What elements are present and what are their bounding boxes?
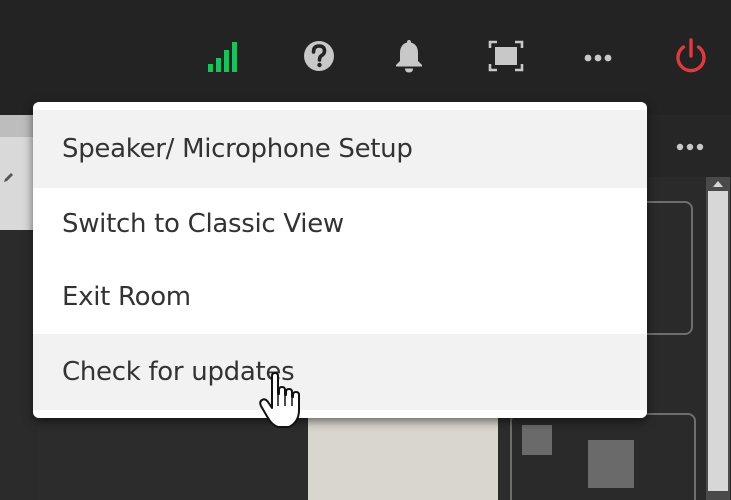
right-panel-card bbox=[645, 201, 693, 335]
pencil-icon[interactable] bbox=[2, 170, 16, 184]
menu-item-label: Switch to Classic View bbox=[62, 209, 344, 239]
thumbnail-square bbox=[522, 425, 552, 455]
power-icon[interactable] bbox=[669, 34, 713, 78]
thumbnail-card bbox=[510, 413, 696, 500]
menu-item-switch-to-classic-view[interactable]: Switch to Classic View bbox=[33, 188, 647, 260]
hand-pointer-cursor-icon bbox=[256, 372, 306, 430]
scrollbar-thumb[interactable] bbox=[708, 191, 728, 491]
top-toolbar bbox=[0, 0, 731, 115]
more-options-icon[interactable] bbox=[670, 135, 710, 159]
app-screen: Speaker/ Microphone Setup Switch to Clas… bbox=[0, 0, 731, 500]
thumbnail-square bbox=[588, 440, 634, 488]
video-tile bbox=[308, 418, 498, 500]
right-panel-header bbox=[645, 115, 731, 177]
fullscreen-icon[interactable] bbox=[484, 34, 528, 78]
menu-item-label: Speaker/ Microphone Setup bbox=[62, 134, 413, 164]
menu-item-check-for-updates[interactable]: Check for updates bbox=[33, 334, 647, 410]
help-icon[interactable] bbox=[297, 34, 341, 78]
signal-strength-icon[interactable] bbox=[203, 34, 247, 78]
settings-dropdown-menu: Speaker/ Microphone Setup Switch to Clas… bbox=[33, 102, 647, 418]
notifications-bell-icon[interactable] bbox=[387, 34, 431, 78]
menu-item-exit-room[interactable]: Exit Room bbox=[33, 260, 647, 334]
menu-item-speaker-microphone-setup[interactable]: Speaker/ Microphone Setup bbox=[33, 110, 647, 188]
scrollbar[interactable] bbox=[706, 177, 730, 500]
scroll-up-arrow-icon[interactable] bbox=[712, 179, 724, 189]
more-options-icon[interactable] bbox=[576, 34, 620, 78]
menu-item-label: Exit Room bbox=[62, 282, 191, 312]
